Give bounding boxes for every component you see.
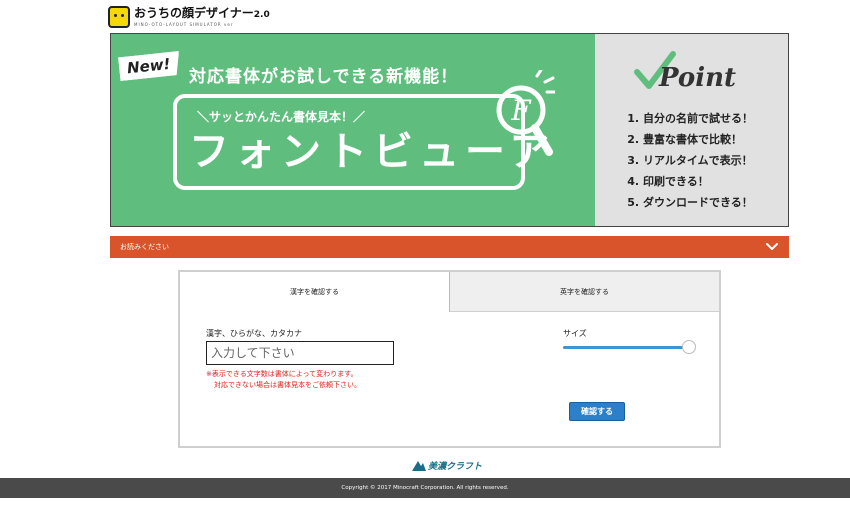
banner-headline: 対応書体がお試しできる新機能！ bbox=[189, 67, 459, 87]
page: おうちの顔デザイナー2.0 MINO-OTO-LAYOUT SIMULATOR … bbox=[0, 0, 850, 515]
point-item: 5. ダウンロードできる！ bbox=[627, 196, 753, 209]
footer-brand-text: 美濃クラフト bbox=[428, 462, 483, 472]
logo-title-text: おうちの顔デザイナー bbox=[134, 6, 254, 20]
point-check-icon: Point bbox=[634, 51, 736, 93]
tab-english[interactable]: 英字を確認する bbox=[449, 272, 719, 312]
footer-bar: Copyright © 2017 Minocraft Corporation. … bbox=[0, 478, 850, 498]
copyright-text: Copyright © 2017 Minocraft Corporation. … bbox=[341, 485, 509, 491]
face-logo-icon bbox=[108, 6, 130, 28]
size-slider-handle[interactable] bbox=[682, 340, 696, 354]
text-field-label: 漢字、ひらがな、カタカナ bbox=[206, 329, 302, 338]
banner-subline: ＼サッとかんたん書体見本！／ bbox=[197, 110, 366, 124]
point-item: 3. リアルタイムで表示！ bbox=[627, 154, 753, 167]
logo-text: おうちの顔デザイナー2.0 MINO-OTO-LAYOUT SIMULATOR … bbox=[134, 6, 270, 28]
magnifier-letter: F bbox=[510, 94, 532, 127]
warning-text-2: 対応できない場合は書体見本をご依頼下さい。 bbox=[214, 381, 361, 389]
notice-label: お読みください bbox=[120, 243, 169, 251]
size-label: サイズ bbox=[563, 329, 587, 338]
mountain-logo-icon bbox=[412, 460, 426, 471]
tab-kanji[interactable]: 漢字を確認する bbox=[180, 272, 449, 312]
confirm-button[interactable]: 確認する bbox=[569, 402, 625, 421]
magnifier-icon: F bbox=[496, 70, 555, 156]
point-label: Point bbox=[658, 63, 736, 93]
text-input[interactable] bbox=[206, 341, 394, 365]
size-slider-track[interactable] bbox=[563, 346, 687, 349]
warning-text: ※表示できる文字数は書体によって変わります。 bbox=[206, 370, 358, 378]
font-viewer-panel: 漢字を確認する 英字を確認する 漢字、ひらがな、カタカナ ※表示できる文字数は書… bbox=[178, 270, 721, 448]
tab-bar: 漢字を確認する 英字を確認する bbox=[180, 272, 719, 312]
logo-title: おうちの顔デザイナー2.0 bbox=[134, 6, 270, 22]
point-item: 2. 豊富な書体で比較！ bbox=[627, 133, 742, 146]
logo-version: 2.0 bbox=[253, 10, 270, 20]
font-viewer-banner[interactable]: New! 対応書体がお試しできる新機能！ ＼サッとかんたん書体見本！／ フォント… bbox=[110, 33, 789, 227]
point-item: 4. 印刷できる！ bbox=[627, 175, 709, 188]
chevron-down-icon[interactable] bbox=[765, 240, 779, 254]
point-list: 1. 自分の名前で試せる！ 2. 豊富な書体で比較！ 3. リアルタイムで表示！… bbox=[627, 108, 753, 213]
point-item: 1. 自分の名前で試せる！ bbox=[627, 112, 753, 125]
banner-main: New! 対応書体がお試しできる新機能！ ＼サッとかんたん書体見本！／ フォント… bbox=[111, 34, 596, 226]
banner-points: Point 1. 自分の名前で試せる！ 2. 豊富な書体で比較！ 3. リアルタ… bbox=[595, 34, 788, 226]
footer-brand-logo[interactable]: 美濃クラフト bbox=[412, 459, 482, 472]
site-logo[interactable]: おうちの顔デザイナー2.0 MINO-OTO-LAYOUT SIMULATOR … bbox=[108, 6, 270, 30]
logo-subtitle: MINO-OTO-LAYOUT SIMULATOR ver bbox=[134, 22, 234, 27]
notice-accordion[interactable]: お読みください bbox=[110, 236, 789, 258]
new-badge: New! bbox=[118, 51, 182, 81]
